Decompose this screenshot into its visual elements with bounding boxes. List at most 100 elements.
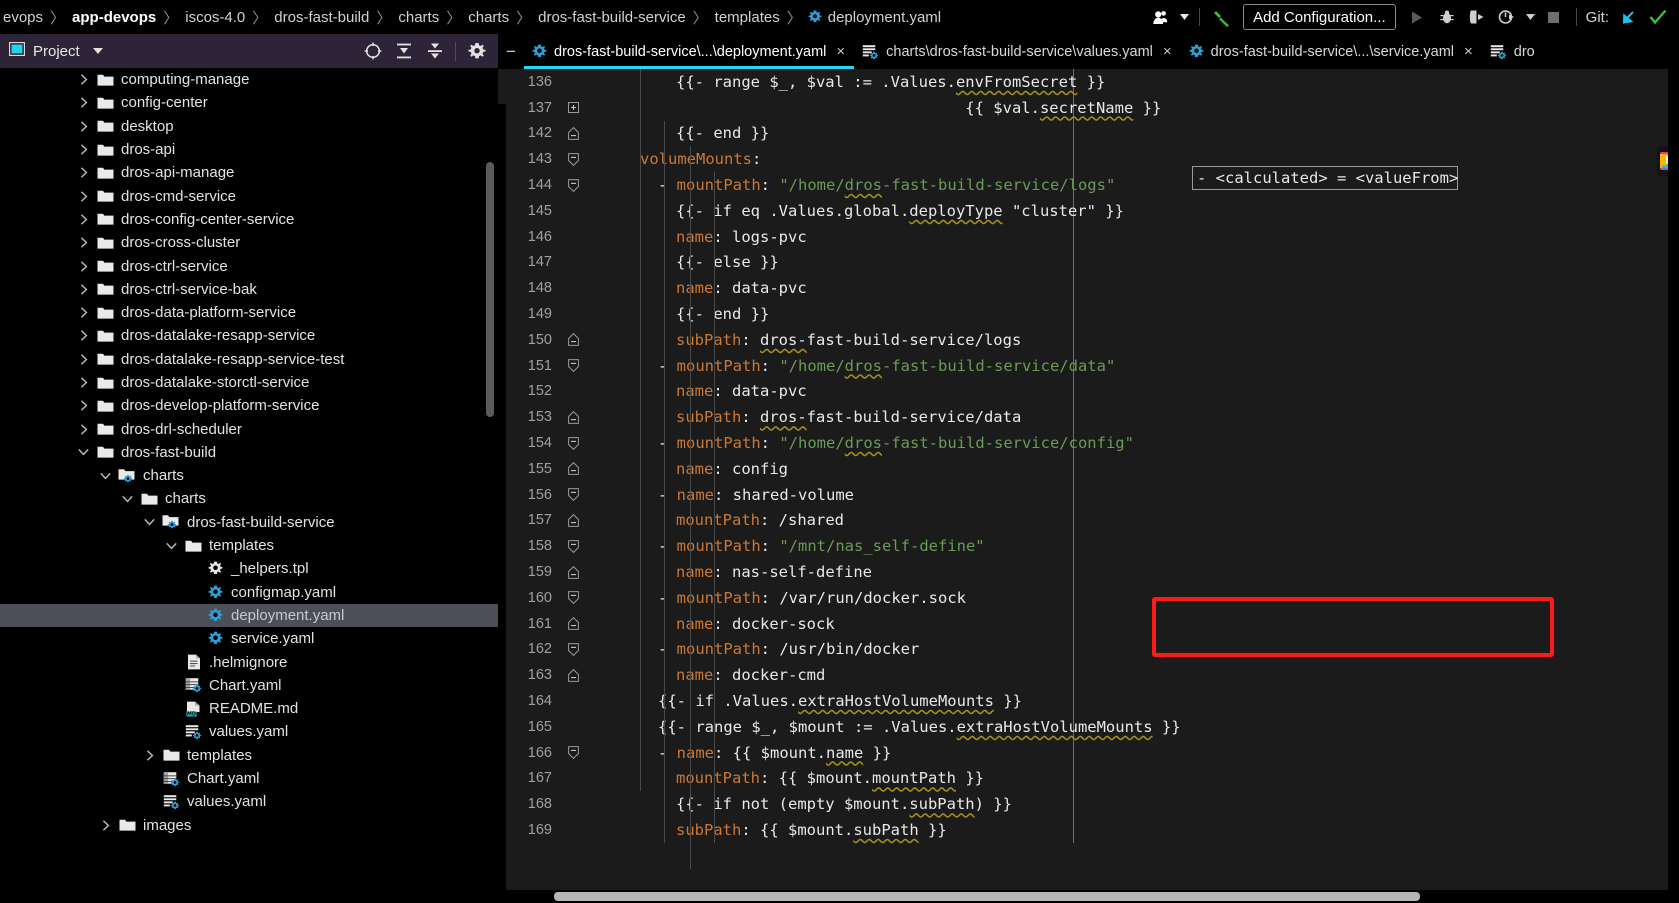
chevron-right-icon[interactable] xyxy=(72,120,95,132)
tree-item-templates[interactable]: templates xyxy=(0,534,498,557)
tree-item-readme-md[interactable]: MD README.md xyxy=(0,697,498,720)
run-with-coverage-icon[interactable] xyxy=(1462,3,1492,31)
tree-item-dros-data-platform-service[interactable]: dros-data-platform-service xyxy=(0,301,498,324)
chevron-right-icon[interactable] xyxy=(72,167,95,179)
chevron-right-icon[interactable] xyxy=(72,260,95,272)
fold-marker-end[interactable] xyxy=(560,410,586,424)
run-play-icon[interactable] xyxy=(1402,3,1432,31)
tree-item--helpers-tpl[interactable]: _helpers.tpl xyxy=(0,557,498,580)
tree-item-chart-yaml[interactable]: Chart.yaml xyxy=(0,674,498,697)
breadcrumb-item-charts[interactable]: charts xyxy=(467,9,510,26)
tree-item--helmignore[interactable]: .helmignore xyxy=(0,650,498,673)
tree-item-dros-datalake-resapp-service[interactable]: dros-datalake-resapp-service xyxy=(0,324,498,347)
tree-item-images[interactable]: images xyxy=(0,814,498,837)
fold-marker-start[interactable] xyxy=(560,488,586,502)
chevron-down-icon[interactable] xyxy=(160,542,183,550)
select-opened-file-icon[interactable] xyxy=(357,37,388,65)
chevron-right-icon[interactable] xyxy=(72,74,95,85)
git-commit-check-icon[interactable] xyxy=(1643,3,1673,31)
fold-marker-start[interactable] xyxy=(560,643,586,656)
chevron-right-icon[interactable] xyxy=(72,214,95,225)
code-line-144[interactable]: 144- mountPath: "/home/dros-fast-build-s… xyxy=(498,172,1679,198)
code-line-155[interactable]: 155 name: config xyxy=(498,456,1679,482)
code-line-160[interactable]: 160 - mountPath: /var/run/docker.sock xyxy=(498,585,1679,611)
chevron-right-icon[interactable] xyxy=(72,144,95,155)
code-line-164[interactable]: 164 {{- if .Values.extraHostVolumeMounts … xyxy=(498,688,1679,714)
user-dropdown-caret[interactable] xyxy=(1176,3,1192,31)
tree-item-dros-config-center-service[interactable]: dros-config-center-service xyxy=(0,208,498,231)
tree-item-chart-yaml[interactable]: Chart.yaml xyxy=(0,767,498,790)
tree-item-service-yaml[interactable]: service.yaml xyxy=(0,627,498,650)
tree-item-dros-datalake-resapp-service-test[interactable]: dros-datalake-resapp-service-test xyxy=(0,348,498,371)
collapse-all-icon[interactable] xyxy=(419,37,450,65)
breadcrumb-item-dros-fast-build-service[interactable]: dros-fast-build-service xyxy=(537,9,687,26)
tree-item-dros-api[interactable]: dros-api xyxy=(0,138,498,161)
code-line-142[interactable]: 142 {{- end }} xyxy=(498,121,1679,147)
code-line-159[interactable]: 159 name: nas-self-define xyxy=(498,559,1679,585)
breadcrumb-item-app-devops[interactable]: app-devops xyxy=(71,9,157,26)
code-line-150[interactable]: 150 subPath: dros-fast-build-service/logs xyxy=(498,327,1679,353)
code-line-149[interactable]: 149 {{- end }} xyxy=(498,301,1679,327)
fold-marker-start[interactable] xyxy=(560,436,586,450)
build-hammer-icon[interactable] xyxy=(1207,3,1237,31)
tree-item-computing-manage[interactable]: computing-manage xyxy=(0,68,498,91)
close-icon[interactable]: × xyxy=(836,43,845,60)
tree-item-dros-ctrl-service[interactable]: dros-ctrl-service xyxy=(0,254,498,277)
code-line-161[interactable]: 161 name: docker-sock xyxy=(498,611,1679,637)
fold-marker-end[interactable] xyxy=(560,513,586,527)
debug-bug-icon[interactable] xyxy=(1432,3,1462,31)
code-line-146[interactable]: 146 name: logs-pvc xyxy=(498,224,1679,250)
fold-marker-end[interactable] xyxy=(560,565,586,579)
fold-marker-collapsed[interactable] xyxy=(560,102,586,114)
chevron-right-icon[interactable] xyxy=(72,237,95,248)
git-update-arrow-icon[interactable] xyxy=(1613,3,1643,31)
breadcrumb-item-charts[interactable]: charts xyxy=(397,9,440,26)
code-line-137[interactable]: 137 {{ $val.secretName }} xyxy=(498,95,1679,121)
code-line-167[interactable]: 167 mountPath: {{ $mount.mountPath }} xyxy=(498,766,1679,792)
tree-item-charts[interactable]: charts xyxy=(0,464,498,487)
tree-item-configmap-yaml[interactable]: configmap.yaml xyxy=(0,581,498,604)
code-line-165[interactable]: 165 {{- range $_, $mount := .Values.extra… xyxy=(498,714,1679,740)
tree-item-dros-drl-scheduler[interactable]: dros-drl-scheduler xyxy=(0,417,498,440)
code-line-154[interactable]: 154- mountPath: "/home/dros-fast-build-s… xyxy=(498,430,1679,456)
stop-square-icon[interactable] xyxy=(1539,3,1569,31)
code-line-143[interactable]: 143 volumeMounts: xyxy=(498,146,1679,172)
code-editor[interactable]: 136 {{- range $_, $val := .Values.envFrom… xyxy=(498,69,1679,903)
fold-marker-start[interactable] xyxy=(560,152,586,166)
chevron-down-icon[interactable] xyxy=(138,518,161,526)
editor-tab-0[interactable]: dros-fast-build-service\...\deployment.y… xyxy=(524,34,855,69)
breadcrumb-current-file[interactable]: deployment.yaml xyxy=(828,9,941,26)
chevron-right-icon[interactable] xyxy=(138,750,161,761)
expand-all-icon[interactable] xyxy=(388,37,419,65)
code-line-158[interactable]: 158 - mountPath: "/mnt/nas_self-define" xyxy=(498,533,1679,559)
tree-item-dros-fast-build-service[interactable]: dros-fast-build-service xyxy=(0,511,498,534)
fold-marker-start[interactable] xyxy=(560,359,586,373)
code-line-162[interactable]: 162 - mountPath: /usr/bin/docker xyxy=(498,637,1679,663)
fold-marker-start[interactable] xyxy=(560,539,586,553)
chevron-right-icon[interactable] xyxy=(72,423,95,435)
tree-item-dros-cmd-service[interactable]: dros-cmd-service xyxy=(0,184,498,207)
editor-tab-2[interactable]: dros-fast-build-service\...\service.yaml… xyxy=(1181,34,1482,69)
fold-marker-end[interactable] xyxy=(560,617,586,631)
code-line-145[interactable]: 145 {{- if eq .Values.global.deployType "… xyxy=(498,198,1679,224)
chevron-down-icon[interactable] xyxy=(116,495,139,503)
tree-item-templates[interactable]: templates xyxy=(0,744,498,767)
tree-item-dros-cross-cluster[interactable]: dros-cross-cluster xyxy=(0,231,498,254)
chevron-down-icon[interactable] xyxy=(72,448,95,456)
tree-item-deployment-yaml[interactable]: deployment.yaml xyxy=(0,603,498,628)
folded-region-placeholder[interactable]: - <calculated> = <valueFrom> xyxy=(1192,166,1458,190)
tree-item-dros-fast-build[interactable]: dros-fast-build xyxy=(0,441,498,464)
breadcrumb-item-dros-fast-build[interactable]: dros-fast-build xyxy=(273,9,370,26)
tree-item-dros-datalake-storctl-service[interactable]: dros-datalake-storctl-service xyxy=(0,371,498,394)
chevron-down-icon[interactable] xyxy=(1522,3,1539,31)
chevron-down-icon[interactable] xyxy=(94,472,117,480)
code-line-147[interactable]: 147 {{- else }} xyxy=(498,250,1679,276)
fold-marker-end[interactable] xyxy=(560,126,586,140)
tree-item-dros-develop-platform-service[interactable]: dros-develop-platform-service xyxy=(0,394,498,417)
code-line-151[interactable]: 151- mountPath: "/home/dros-fast-build-s… xyxy=(498,353,1679,379)
code-line-136[interactable]: 136 {{- range $_, $val := .Values.envFrom… xyxy=(498,69,1679,95)
code-line-169[interactable]: 169 subPath: {{ $mount.subPath }} xyxy=(498,817,1679,843)
tree-item-values-yaml[interactable]: values.yaml xyxy=(0,720,498,743)
chevron-right-icon[interactable] xyxy=(72,190,95,202)
tree-item-dros-ctrl-service-bak[interactable]: dros-ctrl-service-bak xyxy=(0,278,498,301)
